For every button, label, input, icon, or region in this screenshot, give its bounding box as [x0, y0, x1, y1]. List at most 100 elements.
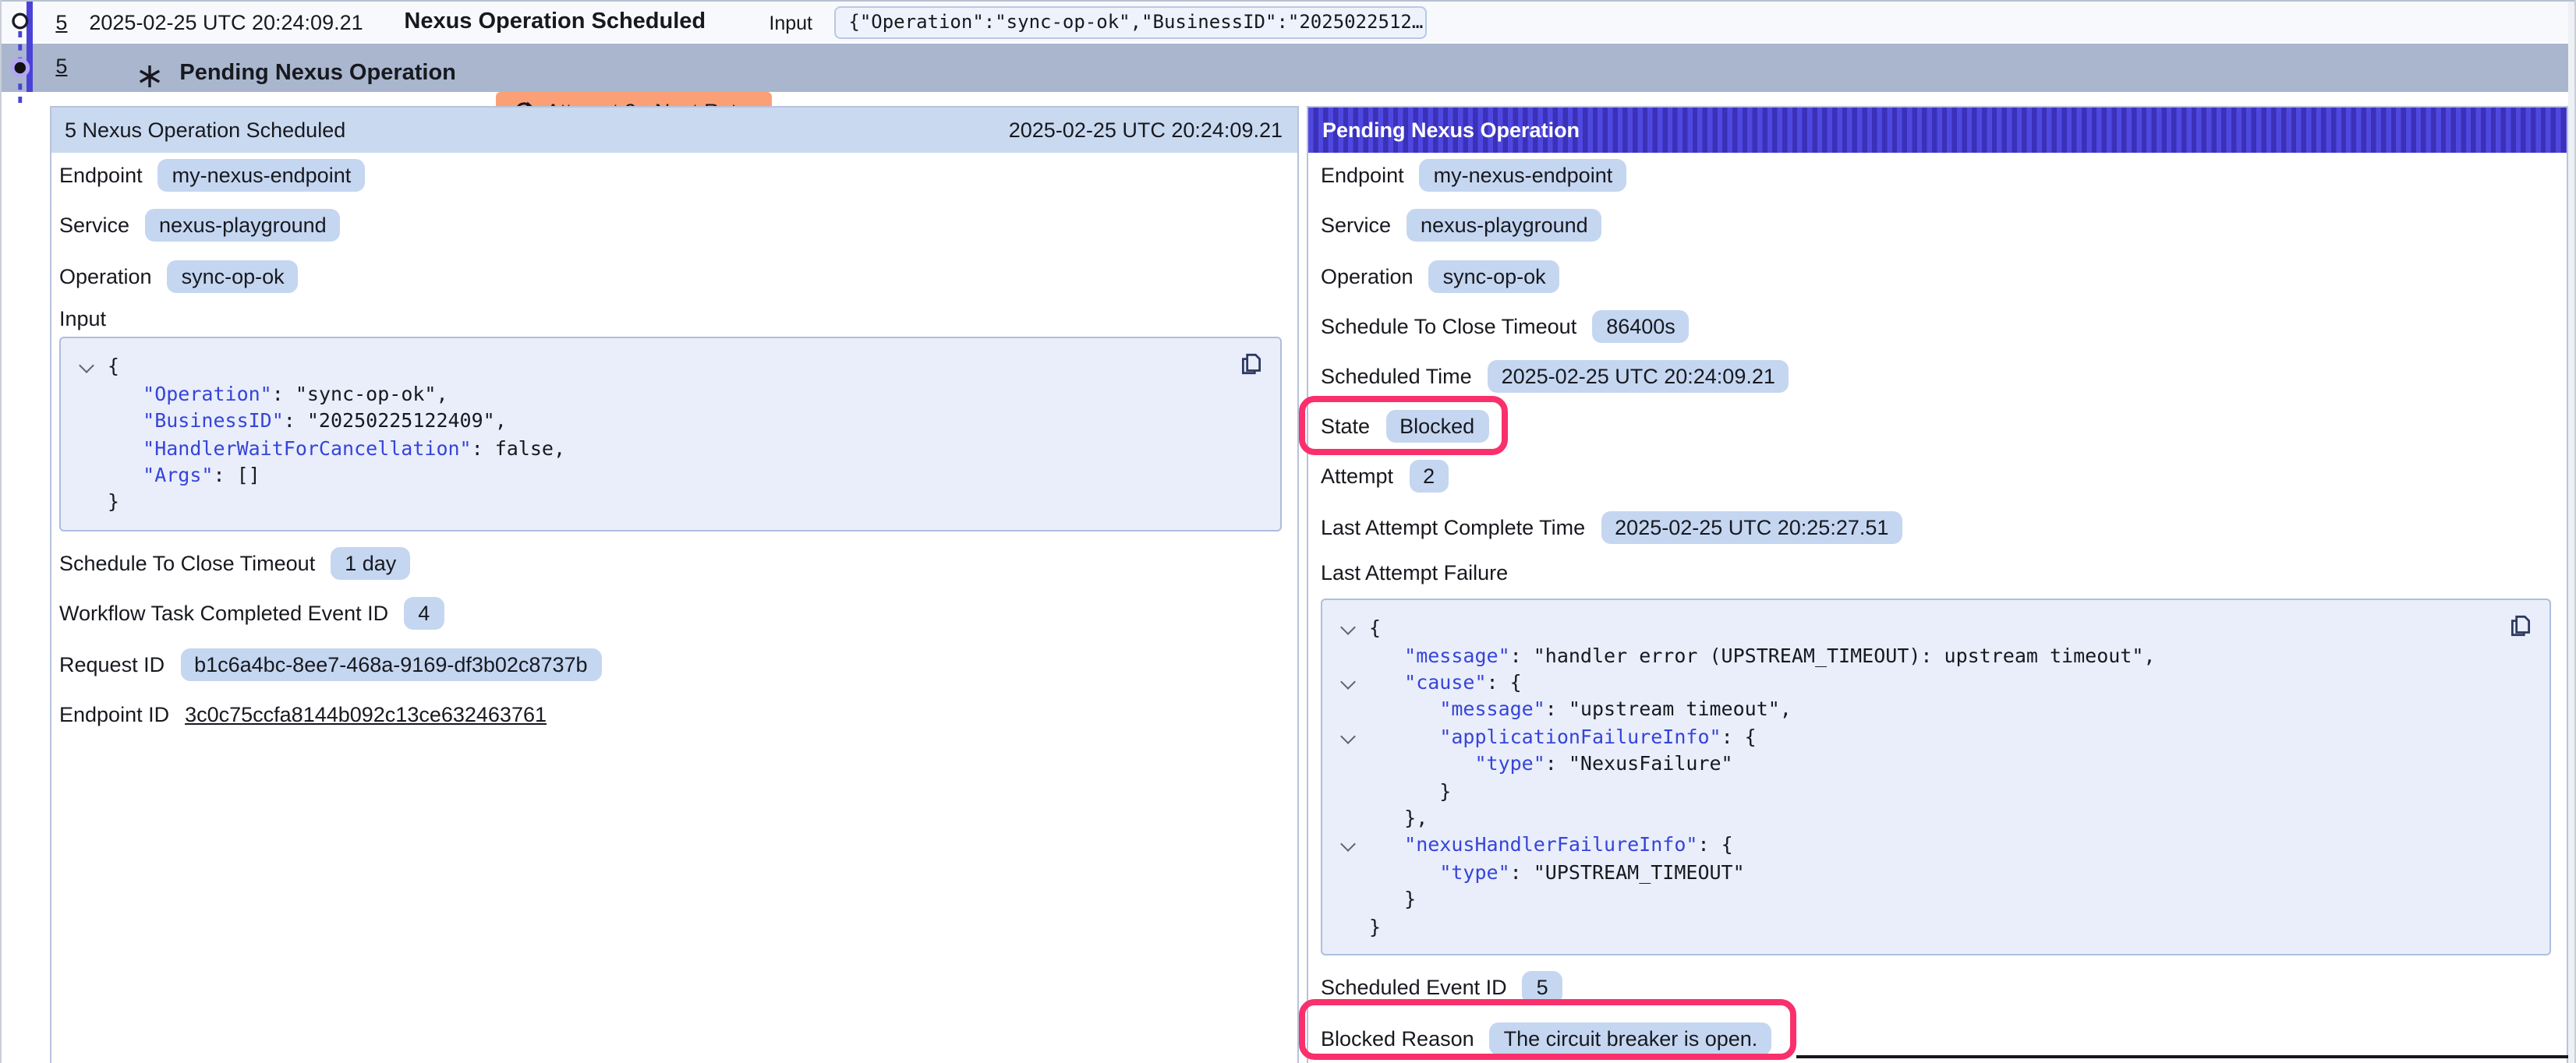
field-row-endpoint: Endpointmy-nexus-endpoint [1321, 157, 2552, 195]
code-line: "Operation": "sync-op-ok", [108, 380, 1258, 408]
json-text: { [108, 355, 119, 378]
code-line: "message": "upstream timeout", [1369, 696, 2527, 723]
screen: 5 2025-02-25 UTC 20:24:09.21 Nexus Opera… [0, 0, 2576, 1063]
event-fields-bottom: Schedule To Close Timeout 1 day Workflow T… [59, 546, 1283, 733]
json-text: : "upstream timeout", [1545, 697, 1792, 721]
field-label: Schedule To Close Timeout [1321, 315, 1576, 338]
code-line: "type": "NexusFailure" [1369, 750, 2527, 777]
code-line: } [1369, 777, 2527, 804]
field-row-last-attempt-complete-time: Last Attempt Complete Time 2025-02-25 UTC… [1321, 508, 2552, 546]
field-value-badge: b1c6a4bc-8ee7-468a-9169-df3b02c8737b [180, 648, 601, 680]
code-line: "message": "handler error (UPSTREAM_TIME… [1369, 641, 2527, 669]
event-id-link[interactable]: 5 [55, 10, 67, 34]
json-text: : "sync-op-ok", [272, 382, 448, 405]
pending-operation-panel: Pending Nexus Operation Endpointmy-nexus… [1307, 105, 2567, 1063]
field-label: Blocked Reason [1321, 1026, 1474, 1050]
json-key: "message" [1404, 643, 1509, 666]
field-label: Attempt [1321, 465, 1393, 489]
field-value-badge: 2025-02-25 UTC 20:25:27.51 [1601, 510, 1902, 543]
event-input-preview-chip[interactable]: {"Operation":"sync-op-ok","BusinessID":"… [834, 5, 1427, 38]
field-label: Service [1321, 214, 1391, 238]
event-fields-top: Endpointmy-nexus-endpointServicenexus-pl… [59, 157, 1283, 295]
field-row-schedule-to-close-timeout: Schedule To Close Timeout 1 day [59, 546, 1283, 583]
code-line: } [1369, 885, 2527, 913]
field-value-badge: sync-op-ok [1429, 260, 1560, 292]
field-value-badge: nexus-playground [1407, 210, 1602, 242]
json-text [1369, 724, 1439, 747]
code-line: { [1369, 614, 2527, 641]
field-row-blocked-reason: Blocked ReasonThe circuit breaker is ope… [1321, 1019, 2552, 1057]
field-row-workflow-task-completed-event-id: Workflow Task Completed Event ID4 [59, 595, 1283, 633]
chevron-down-icon[interactable] [1340, 729, 1356, 744]
field-label: Workflow Task Completed Event ID [59, 602, 388, 626]
right-gutter [2568, 2, 2574, 1063]
json-key: "HandlerWaitForCancellation" [143, 436, 471, 459]
field-row-schedule-to-close-timeout: Schedule To Close Timeout 86400s [1321, 308, 2552, 345]
event-detail-panel: 5 Nexus Operation Scheduled 2025-02-25 U… [49, 105, 1298, 1063]
chevron-down-icon[interactable] [79, 358, 94, 374]
field-label: Operation [1321, 264, 1414, 288]
field-value-badge: Blocked [1385, 410, 1488, 443]
json-text: }, [1369, 806, 1428, 829]
json-text [108, 463, 143, 486]
json-text: : "handler error (UPSTREAM_TIMEOUT): ups… [1510, 643, 2156, 666]
field-label: Last Attempt Complete Time [1321, 515, 1585, 539]
event-input-label: Input [769, 12, 812, 34]
json-text [1369, 643, 1404, 666]
code-line: } [108, 489, 1258, 516]
field-row-request-id: Request IDb1c6a4bc-8ee7-468a-9169-df3b02… [59, 645, 1283, 683]
filled-dot-icon [12, 60, 28, 76]
input-json-block: { "Operation": "sync-op-ok", "BusinessID… [59, 337, 1281, 532]
field-row-scheduled-time: Scheduled Time2025-02-25 UTC 20:24:09.21 [1321, 358, 2552, 395]
json-text: : { [1697, 833, 1732, 856]
json-key: "applicationFailureInfo" [1439, 724, 1721, 747]
field-value-badge: 1 day [331, 548, 410, 581]
pending-panel-body: Endpointmy-nexus-endpoint Service nexus-pl… [1308, 152, 2566, 1057]
chevron-down-icon[interactable] [1340, 620, 1356, 635]
chevron-down-icon[interactable] [1340, 837, 1356, 853]
json-text: } [1369, 779, 1451, 802]
chevron-down-icon[interactable] [1340, 674, 1356, 690]
failure-section-label: Last Attempt Failure [1321, 561, 2552, 589]
json-text: } [1369, 887, 1416, 910]
json-key: "message" [1439, 697, 1545, 721]
json-text: : "UPSTREAM_TIMEOUT" [1510, 860, 1745, 884]
pending-id-link[interactable]: 5 [55, 54, 67, 77]
history-row-event[interactable]: 5 2025-02-25 UTC 20:24:09.21 Nexus Opera… [2, 2, 2568, 43]
json-text [108, 382, 143, 405]
field-label: Endpoint [59, 164, 143, 188]
event-title: Nexus Operation Scheduled [404, 9, 706, 34]
field-label: Schedule To Close Timeout [59, 553, 315, 576]
json-text: } [108, 490, 119, 514]
json-text [1369, 670, 1404, 694]
failure-json-block: { "message": "handler error (UPSTREAM_TI… [1321, 599, 2550, 955]
field-value-badge: 5 [1523, 972, 1562, 1005]
json-text: } [1369, 914, 1381, 938]
field-value-link[interactable]: 3c0c75ccfa8144b092c13ce632463761 [185, 703, 547, 726]
page-left-border [0, 0, 2, 1063]
json-text: : false, [472, 436, 565, 459]
code-line: "type": "UPSTREAM_TIMEOUT" [1369, 859, 2527, 886]
field-value-badge: 86400s [1592, 310, 1690, 343]
code-line: "HandlerWaitForCancellation": false, [108, 434, 1258, 461]
json-key: "BusinessID" [143, 408, 284, 432]
field-row-operation: Operation sync-op-ok [59, 257, 1283, 295]
pending-panel-header: Pending Nexus Operation [1308, 107, 2566, 152]
code-line: "applicationFailureInfo": { [1369, 722, 2527, 750]
code-line: "cause": { [1369, 669, 2527, 696]
field-label: Endpoint [1321, 164, 1404, 188]
json-text: : { [1487, 670, 1522, 694]
code-line: "Args": [] [108, 461, 1258, 489]
field-row-endpoint-id: Endpoint ID3c0c75ccfa8144b092c13ce632463… [59, 696, 1283, 733]
event-history-page: 5 2025-02-25 UTC 20:24:09.21 Nexus Opera… [0, 0, 2576, 1063]
json-text [1369, 751, 1474, 775]
field-value-badge: 2 [1409, 461, 1449, 493]
field-label: Scheduled Event ID [1321, 976, 1507, 1000]
field-row-endpoint: Endpointmy-nexus-endpoint [59, 157, 1283, 195]
field-label: Scheduled Time [1321, 365, 1472, 388]
history-row-pending[interactable]: 5 Pending Nexus Operation Attempt 2 · Ne… [2, 43, 2568, 92]
field-value-badge: sync-op-ok [168, 260, 299, 292]
field-label: Operation [59, 264, 152, 288]
event-detail-body: Endpointmy-nexus-endpointServicenexus-pl… [51, 152, 1297, 733]
json-text: { [1369, 616, 1381, 639]
